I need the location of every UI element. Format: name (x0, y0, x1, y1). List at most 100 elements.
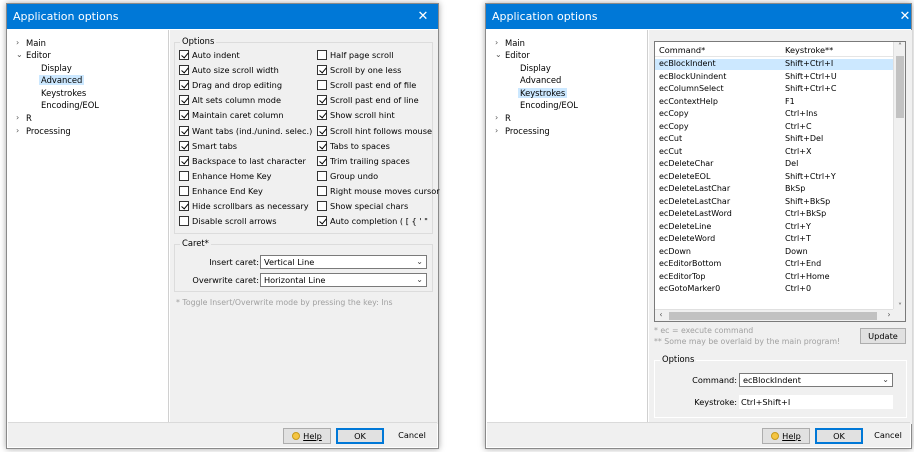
option-checkbox[interactable]: Smart tabs (179, 140, 315, 152)
tree-item-processing[interactable]: › Processing (16, 125, 71, 137)
tree-item-display[interactable]: Display (41, 62, 72, 74)
tree-item-encoding[interactable]: Encoding/EOL (41, 99, 99, 111)
option-checkbox[interactable]: Half page scroll (317, 49, 431, 61)
checkbox[interactable] (179, 110, 189, 121)
table-row[interactable]: ecEditorBottom Ctrl+End (655, 259, 895, 270)
option-checkbox[interactable]: Auto indent (179, 49, 315, 61)
ok-button[interactable]: OK (336, 428, 384, 444)
option-checkbox[interactable]: Maintain caret column (179, 109, 315, 121)
cancel-button[interactable]: Cancel (865, 428, 911, 444)
checkbox[interactable] (179, 201, 189, 211)
column-header-keystroke[interactable]: Keystroke** (785, 45, 833, 55)
chevron-right-icon[interactable]: › (495, 37, 498, 49)
tree-item-r[interactable]: › R (495, 112, 511, 124)
tree-item-main[interactable]: › Main (495, 37, 525, 49)
option-checkbox[interactable]: Want tabs (ind./unind. selec.) (179, 125, 315, 137)
chevron-right-icon[interactable]: › (495, 112, 498, 124)
option-checkbox[interactable]: Tabs to spaces (317, 140, 431, 152)
tree-item-keystrokes[interactable]: Keystrokes (41, 87, 86, 99)
table-row[interactable]: ecDeleteEOL Shift+Ctrl+Y (655, 172, 895, 183)
option-checkbox[interactable]: Scroll past end of file (317, 79, 431, 91)
tree-item-advanced[interactable]: Advanced (520, 74, 561, 86)
tree-item-main[interactable]: › Main (16, 37, 46, 49)
checkbox[interactable] (317, 65, 327, 76)
option-checkbox[interactable]: Show special chars (317, 200, 431, 212)
checkbox[interactable] (317, 95, 327, 106)
tree-item-advanced[interactable]: Advanced (39, 74, 85, 86)
insert-caret-select[interactable]: Vertical Line ⌄ (260, 255, 427, 269)
column-header-command[interactable]: Command* (659, 45, 705, 55)
table-row[interactable]: ecDeleteLastChar Shift+BkSp (655, 197, 895, 208)
checkbox[interactable] (179, 50, 189, 60)
option-checkbox[interactable]: Hide scrollbars as necessary (179, 200, 315, 212)
checkbox[interactable] (317, 50, 327, 60)
table-row[interactable]: ecBlockIndent Shift+Ctrl+I (655, 59, 895, 70)
vertical-scrollbar[interactable]: ˄ ˅ (893, 42, 905, 311)
option-checkbox[interactable]: Show scroll hint (317, 109, 431, 121)
option-checkbox[interactable]: Right mouse moves cursor (317, 185, 440, 197)
chevron-right-icon[interactable]: › (16, 112, 19, 124)
scroll-left-icon[interactable]: ‹ (655, 310, 667, 319)
table-row[interactable]: ecDeleteLastWord Ctrl+BkSp (655, 209, 895, 220)
checkbox[interactable] (317, 125, 327, 136)
tree-item-editor[interactable]: ⌄ Editor (495, 49, 530, 61)
chevron-right-icon[interactable]: › (495, 125, 498, 137)
scroll-thumb[interactable] (896, 56, 904, 118)
table-row[interactable]: ecContextHelp F1 (655, 97, 895, 108)
checkbox[interactable] (317, 216, 327, 227)
scroll-up-icon[interactable]: ˄ (894, 42, 905, 51)
option-checkbox[interactable]: Trim trailing spaces (317, 155, 431, 167)
scroll-thumb[interactable] (669, 312, 877, 320)
checkbox[interactable] (179, 170, 189, 181)
close-icon[interactable]: ✕ (408, 4, 438, 29)
close-icon[interactable]: ✕ (899, 4, 911, 29)
cancel-button[interactable]: Cancel (388, 428, 436, 444)
option-checkbox[interactable]: Drag and drop editing (179, 79, 315, 91)
tree-item-encoding[interactable]: Encoding/EOL (520, 99, 578, 111)
tree-item-r[interactable]: › R (16, 112, 32, 124)
checkbox[interactable] (179, 155, 189, 166)
table-row[interactable]: ecCopy Ctrl+C (655, 122, 895, 133)
checkbox[interactable] (179, 80, 189, 91)
horizontal-scrollbar[interactable]: ‹ › (655, 309, 895, 321)
tree-item-processing[interactable]: › Processing (495, 125, 550, 137)
help-button[interactable]: Help (762, 428, 810, 444)
table-row[interactable]: ecCut Ctrl+X (655, 147, 895, 158)
table-row[interactable]: ecCopy Ctrl+Ins (655, 109, 895, 120)
checkbox[interactable] (317, 155, 327, 166)
table-row[interactable]: ecDeleteChar Del (655, 159, 895, 170)
tree-item-keystrokes[interactable]: Keystrokes (518, 87, 568, 99)
table-row[interactable]: ecColumnSelect Shift+Ctrl+C (655, 84, 895, 95)
option-checkbox[interactable]: Scroll past end of line (317, 94, 431, 106)
chevron-right-icon[interactable]: › (16, 37, 19, 49)
checkbox[interactable] (179, 95, 189, 106)
command-select[interactable]: ecBlockIndent ⌄ (739, 373, 893, 387)
update-button[interactable]: Update (860, 328, 906, 344)
tree-item-display[interactable]: Display (520, 62, 551, 74)
table-row[interactable]: ecGotoMarker0 Ctrl+0 (655, 284, 895, 295)
table-row[interactable]: ecDeleteWord Ctrl+T (655, 234, 895, 245)
option-checkbox[interactable]: Backspace to last character (179, 155, 315, 167)
chevron-down-icon[interactable]: ⌄ (16, 49, 23, 61)
option-checkbox[interactable]: Disable scroll arrows (179, 215, 315, 227)
option-checkbox[interactable]: Enhance End Key (179, 185, 315, 197)
tree-item-editor[interactable]: ⌄ Editor (16, 49, 51, 61)
checkbox[interactable] (317, 110, 327, 121)
checkbox[interactable] (317, 80, 327, 91)
overwrite-caret-select[interactable]: Horizontal Line ⌄ (260, 273, 427, 287)
ok-button[interactable]: OK (815, 428, 863, 444)
option-checkbox[interactable]: Auto completion ( [ { ' " (317, 215, 431, 227)
keystroke-table[interactable]: Command* Keystroke** ecBlockIndent Shift+… (654, 41, 906, 322)
option-checkbox[interactable]: Alt sets column mode (179, 94, 315, 106)
checkbox[interactable] (179, 216, 189, 227)
checkbox[interactable] (317, 140, 327, 151)
table-row[interactable]: ecBlockUnindent Shift+Ctrl+U (655, 72, 895, 83)
option-checkbox[interactable]: Scroll by one less (317, 64, 431, 76)
keystroke-field[interactable]: Ctrl+Shift+I (739, 395, 893, 409)
table-row[interactable]: ecEditorTop Ctrl+Home (655, 272, 895, 283)
option-checkbox[interactable]: Enhance Home Key (179, 170, 315, 182)
chevron-down-icon[interactable]: ⌄ (495, 49, 502, 61)
table-row[interactable]: ecDeleteLine Ctrl+Y (655, 222, 895, 233)
option-checkbox[interactable]: Scroll hint follows mouse (317, 125, 432, 137)
table-row[interactable]: ecCut Shift+Del (655, 134, 895, 145)
